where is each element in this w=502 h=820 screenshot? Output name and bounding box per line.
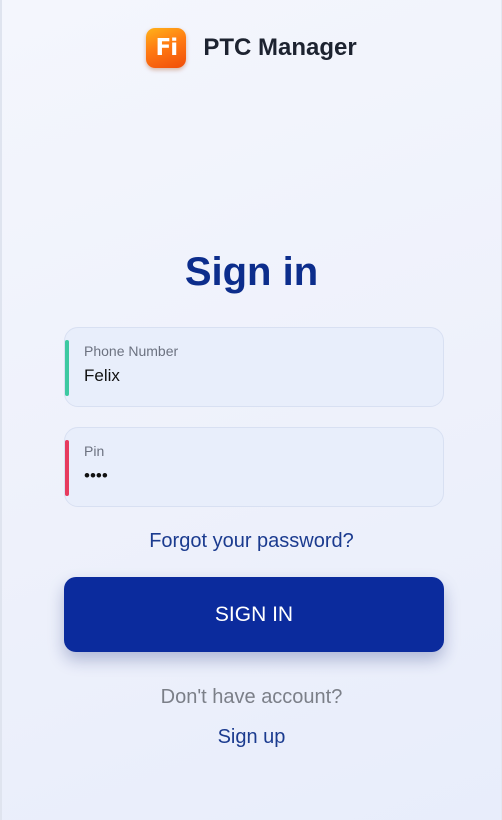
forgot-password-link[interactable]: Forgot your password? [2, 530, 501, 553]
phone-number-input[interactable] [84, 364, 414, 388]
pin-label: Pin [84, 443, 105, 459]
app-header: Fi PTC Manager [2, 27, 501, 69]
pin-field-accent-bar [65, 440, 69, 496]
pin-field[interactable]: Pin [64, 427, 444, 507]
no-account-text: Don't have account? [160, 686, 343, 708]
app-logo-icon: Fi [146, 28, 187, 68]
pin-input[interactable] [84, 464, 414, 488]
phone-field-accent-bar [65, 340, 69, 396]
sign-up-link[interactable]: Sign up [2, 726, 501, 749]
logo-text: Fi [155, 35, 179, 61]
app-title: PTC Manager [203, 34, 357, 61]
phone-number-field[interactable]: Phone Number [64, 327, 444, 407]
page-title: Sign in [184, 250, 319, 294]
phone-number-label: Phone Number [84, 343, 179, 359]
sign-in-button[interactable]: SIGN IN [64, 577, 444, 652]
